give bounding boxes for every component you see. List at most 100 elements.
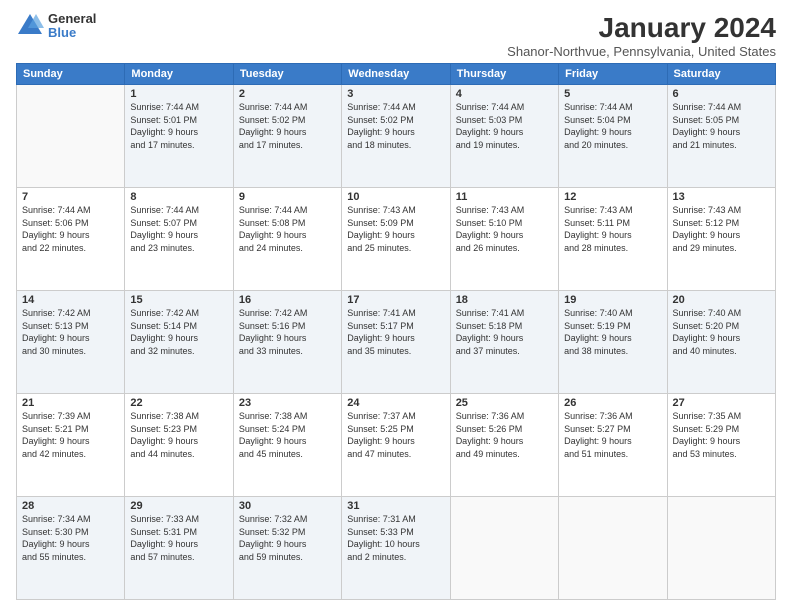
day-info: Sunrise: 7:43 AM Sunset: 5:10 PM Dayligh… bbox=[456, 204, 553, 254]
day-cell: 22Sunrise: 7:38 AM Sunset: 5:23 PM Dayli… bbox=[125, 394, 233, 497]
title-block: January 2024 Shanor-Northvue, Pennsylvan… bbox=[507, 12, 776, 59]
day-info: Sunrise: 7:43 AM Sunset: 5:12 PM Dayligh… bbox=[673, 204, 770, 254]
day-info: Sunrise: 7:40 AM Sunset: 5:20 PM Dayligh… bbox=[673, 307, 770, 357]
day-number: 21 bbox=[22, 397, 119, 409]
day-number: 29 bbox=[130, 500, 227, 512]
day-cell: 23Sunrise: 7:38 AM Sunset: 5:24 PM Dayli… bbox=[233, 394, 341, 497]
logo-blue-text: Blue bbox=[48, 26, 96, 40]
day-number: 1 bbox=[130, 88, 227, 100]
subtitle: Shanor-Northvue, Pennsylvania, United St… bbox=[507, 44, 776, 59]
day-info: Sunrise: 7:43 AM Sunset: 5:11 PM Dayligh… bbox=[564, 204, 661, 254]
day-info: Sunrise: 7:41 AM Sunset: 5:17 PM Dayligh… bbox=[347, 307, 444, 357]
day-cell: 3Sunrise: 7:44 AM Sunset: 5:02 PM Daylig… bbox=[342, 85, 450, 188]
day-number: 11 bbox=[456, 191, 553, 203]
day-cell: 28Sunrise: 7:34 AM Sunset: 5:30 PM Dayli… bbox=[17, 497, 125, 600]
day-cell: 5Sunrise: 7:44 AM Sunset: 5:04 PM Daylig… bbox=[559, 85, 667, 188]
day-info: Sunrise: 7:35 AM Sunset: 5:29 PM Dayligh… bbox=[673, 410, 770, 460]
day-cell: 21Sunrise: 7:39 AM Sunset: 5:21 PM Dayli… bbox=[17, 394, 125, 497]
day-info: Sunrise: 7:37 AM Sunset: 5:25 PM Dayligh… bbox=[347, 410, 444, 460]
day-cell: 14Sunrise: 7:42 AM Sunset: 5:13 PM Dayli… bbox=[17, 291, 125, 394]
week-row-1: 1Sunrise: 7:44 AM Sunset: 5:01 PM Daylig… bbox=[17, 85, 776, 188]
header-thursday: Thursday bbox=[450, 64, 558, 85]
day-number: 13 bbox=[673, 191, 770, 203]
day-info: Sunrise: 7:38 AM Sunset: 5:23 PM Dayligh… bbox=[130, 410, 227, 460]
day-info: Sunrise: 7:31 AM Sunset: 5:33 PM Dayligh… bbox=[347, 513, 444, 563]
day-number: 2 bbox=[239, 88, 336, 100]
main-title: January 2024 bbox=[507, 12, 776, 44]
day-cell: 31Sunrise: 7:31 AM Sunset: 5:33 PM Dayli… bbox=[342, 497, 450, 600]
header-tuesday: Tuesday bbox=[233, 64, 341, 85]
day-number: 23 bbox=[239, 397, 336, 409]
day-cell: 29Sunrise: 7:33 AM Sunset: 5:31 PM Dayli… bbox=[125, 497, 233, 600]
day-cell: 27Sunrise: 7:35 AM Sunset: 5:29 PM Dayli… bbox=[667, 394, 775, 497]
day-number: 16 bbox=[239, 294, 336, 306]
day-info: Sunrise: 7:44 AM Sunset: 5:02 PM Dayligh… bbox=[239, 101, 336, 151]
day-info: Sunrise: 7:44 AM Sunset: 5:07 PM Dayligh… bbox=[130, 204, 227, 254]
day-number: 18 bbox=[456, 294, 553, 306]
day-info: Sunrise: 7:32 AM Sunset: 5:32 PM Dayligh… bbox=[239, 513, 336, 563]
header-sunday: Sunday bbox=[17, 64, 125, 85]
day-number: 3 bbox=[347, 88, 444, 100]
day-number: 17 bbox=[347, 294, 444, 306]
day-cell: 25Sunrise: 7:36 AM Sunset: 5:26 PM Dayli… bbox=[450, 394, 558, 497]
day-cell: 8Sunrise: 7:44 AM Sunset: 5:07 PM Daylig… bbox=[125, 188, 233, 291]
day-info: Sunrise: 7:42 AM Sunset: 5:13 PM Dayligh… bbox=[22, 307, 119, 357]
day-info: Sunrise: 7:41 AM Sunset: 5:18 PM Dayligh… bbox=[456, 307, 553, 357]
header-monday: Monday bbox=[125, 64, 233, 85]
week-row-3: 14Sunrise: 7:42 AM Sunset: 5:13 PM Dayli… bbox=[17, 291, 776, 394]
day-info: Sunrise: 7:36 AM Sunset: 5:26 PM Dayligh… bbox=[456, 410, 553, 460]
day-info: Sunrise: 7:44 AM Sunset: 5:01 PM Dayligh… bbox=[130, 101, 227, 151]
day-number: 5 bbox=[564, 88, 661, 100]
day-cell: 19Sunrise: 7:40 AM Sunset: 5:19 PM Dayli… bbox=[559, 291, 667, 394]
logo-icon bbox=[16, 12, 44, 40]
day-info: Sunrise: 7:44 AM Sunset: 5:08 PM Dayligh… bbox=[239, 204, 336, 254]
day-number: 6 bbox=[673, 88, 770, 100]
day-cell: 1Sunrise: 7:44 AM Sunset: 5:01 PM Daylig… bbox=[125, 85, 233, 188]
header-wednesday: Wednesday bbox=[342, 64, 450, 85]
day-number: 8 bbox=[130, 191, 227, 203]
day-info: Sunrise: 7:33 AM Sunset: 5:31 PM Dayligh… bbox=[130, 513, 227, 563]
day-info: Sunrise: 7:38 AM Sunset: 5:24 PM Dayligh… bbox=[239, 410, 336, 460]
day-cell: 12Sunrise: 7:43 AM Sunset: 5:11 PM Dayli… bbox=[559, 188, 667, 291]
day-info: Sunrise: 7:44 AM Sunset: 5:05 PM Dayligh… bbox=[673, 101, 770, 151]
day-number: 7 bbox=[22, 191, 119, 203]
day-cell: 7Sunrise: 7:44 AM Sunset: 5:06 PM Daylig… bbox=[17, 188, 125, 291]
day-number: 15 bbox=[130, 294, 227, 306]
day-cell bbox=[450, 497, 558, 600]
day-cell: 16Sunrise: 7:42 AM Sunset: 5:16 PM Dayli… bbox=[233, 291, 341, 394]
calendar-table: Sunday Monday Tuesday Wednesday Thursday… bbox=[16, 63, 776, 600]
day-number: 27 bbox=[673, 397, 770, 409]
logo-text: General Blue bbox=[48, 12, 96, 41]
day-cell: 20Sunrise: 7:40 AM Sunset: 5:20 PM Dayli… bbox=[667, 291, 775, 394]
day-cell: 30Sunrise: 7:32 AM Sunset: 5:32 PM Dayli… bbox=[233, 497, 341, 600]
day-info: Sunrise: 7:44 AM Sunset: 5:06 PM Dayligh… bbox=[22, 204, 119, 254]
day-number: 22 bbox=[130, 397, 227, 409]
day-info: Sunrise: 7:42 AM Sunset: 5:16 PM Dayligh… bbox=[239, 307, 336, 357]
day-cell: 18Sunrise: 7:41 AM Sunset: 5:18 PM Dayli… bbox=[450, 291, 558, 394]
day-info: Sunrise: 7:44 AM Sunset: 5:02 PM Dayligh… bbox=[347, 101, 444, 151]
day-cell bbox=[17, 85, 125, 188]
day-number: 30 bbox=[239, 500, 336, 512]
day-number: 12 bbox=[564, 191, 661, 203]
day-cell: 9Sunrise: 7:44 AM Sunset: 5:08 PM Daylig… bbox=[233, 188, 341, 291]
calendar-header-row: Sunday Monday Tuesday Wednesday Thursday… bbox=[17, 64, 776, 85]
day-info: Sunrise: 7:43 AM Sunset: 5:09 PM Dayligh… bbox=[347, 204, 444, 254]
day-cell: 13Sunrise: 7:43 AM Sunset: 5:12 PM Dayli… bbox=[667, 188, 775, 291]
logo: General Blue bbox=[16, 12, 96, 41]
day-info: Sunrise: 7:44 AM Sunset: 5:03 PM Dayligh… bbox=[456, 101, 553, 151]
day-number: 26 bbox=[564, 397, 661, 409]
day-cell: 11Sunrise: 7:43 AM Sunset: 5:10 PM Dayli… bbox=[450, 188, 558, 291]
day-cell: 2Sunrise: 7:44 AM Sunset: 5:02 PM Daylig… bbox=[233, 85, 341, 188]
day-info: Sunrise: 7:36 AM Sunset: 5:27 PM Dayligh… bbox=[564, 410, 661, 460]
day-number: 28 bbox=[22, 500, 119, 512]
week-row-2: 7Sunrise: 7:44 AM Sunset: 5:06 PM Daylig… bbox=[17, 188, 776, 291]
day-number: 19 bbox=[564, 294, 661, 306]
day-number: 10 bbox=[347, 191, 444, 203]
day-number: 4 bbox=[456, 88, 553, 100]
header-saturday: Saturday bbox=[667, 64, 775, 85]
day-info: Sunrise: 7:44 AM Sunset: 5:04 PM Dayligh… bbox=[564, 101, 661, 151]
day-cell: 10Sunrise: 7:43 AM Sunset: 5:09 PM Dayli… bbox=[342, 188, 450, 291]
logo-general-text: General bbox=[48, 12, 96, 26]
day-number: 24 bbox=[347, 397, 444, 409]
day-cell bbox=[559, 497, 667, 600]
